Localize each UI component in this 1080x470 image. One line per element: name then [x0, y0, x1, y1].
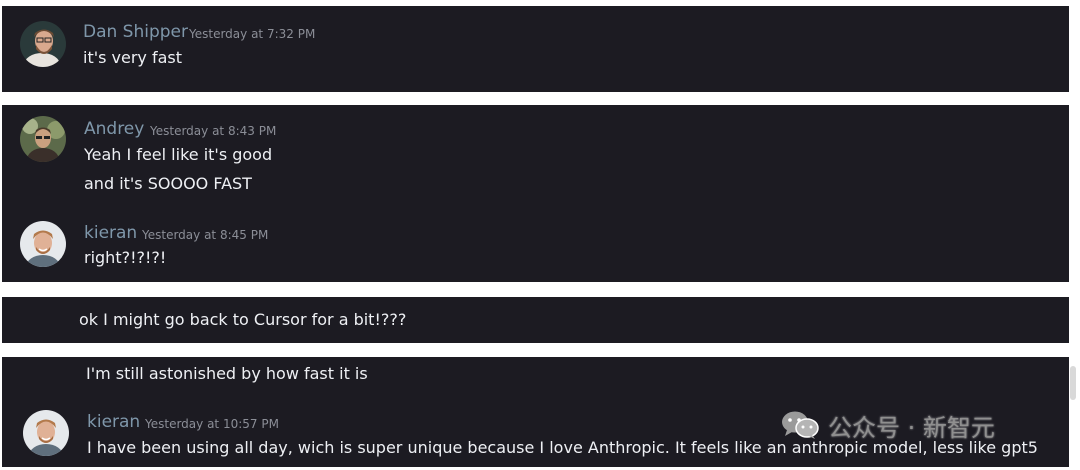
message-timestamp: Yesterday at 10:57 PM — [145, 417, 279, 431]
scrollbar-thumb[interactable] — [1070, 366, 1076, 400]
message-text: ok I might go back to Cursor for a bit!?… — [79, 310, 407, 329]
message-timestamp: Yesterday at 8:45 PM — [142, 228, 269, 242]
message-timestamp: Yesterday at 8:43 PM — [150, 124, 277, 138]
avatar-kieran[interactable] — [23, 410, 69, 456]
message-text: Yeah I feel like it's good — [84, 145, 273, 164]
chat-panel-2: Andrey Yesterday at 8:43 PM Yeah I feel … — [2, 105, 1069, 282]
author-name[interactable]: Andrey — [84, 119, 144, 139]
watermark-text: 公众号 · 新智元 — [828, 413, 995, 442]
message-text: it's very fast — [83, 48, 183, 67]
message-text: I'm still astonished by how fast it is — [86, 364, 368, 383]
author-name[interactable]: kieran — [84, 223, 137, 243]
watermark: 公众号 · 新智元 — [780, 408, 995, 442]
chat-panel-3: ok I might go back to Cursor for a bit!?… — [2, 297, 1069, 343]
message-text: and it's SOOOO FAST — [84, 174, 252, 193]
avatar-andrey[interactable] — [20, 116, 66, 162]
wechat-icon — [782, 411, 819, 439]
message-text: right?!?!?! — [84, 248, 167, 267]
author-name[interactable]: Dan Shipper — [83, 22, 188, 42]
author-name[interactable]: kieran — [87, 412, 140, 432]
avatar-dan-shipper[interactable] — [20, 21, 66, 67]
chat-panel-1: Dan Shipper Yesterday at 7:32 PM it's ve… — [2, 6, 1069, 92]
message-timestamp: Yesterday at 7:32 PM — [189, 27, 316, 41]
avatar-kieran[interactable] — [20, 221, 66, 267]
